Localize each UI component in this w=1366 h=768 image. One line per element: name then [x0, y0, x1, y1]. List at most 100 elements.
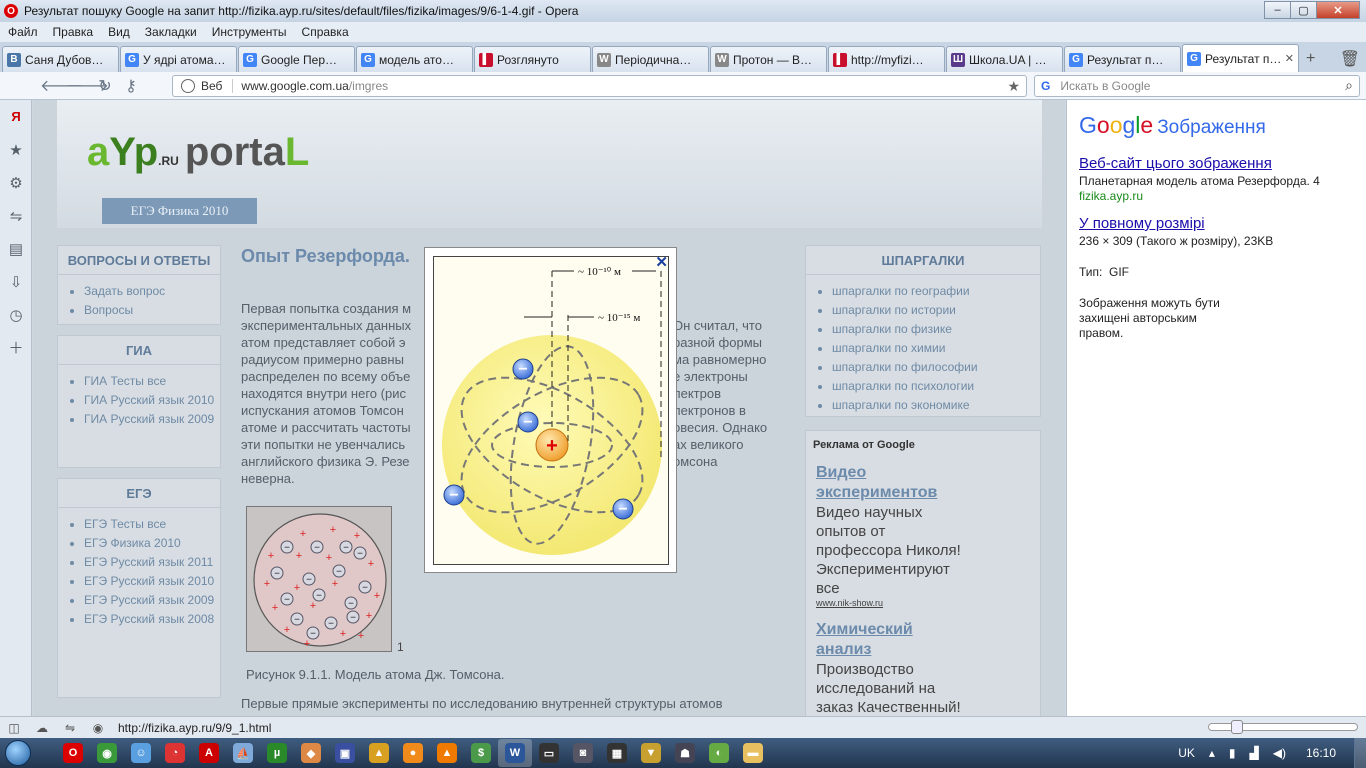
key-icon[interactable]: ⚷: [118, 76, 144, 96]
url-field[interactable]: Веб www.google.com.ua/imgres ★: [172, 75, 1027, 97]
browser-tab[interactable]: W Протон — В…: [710, 46, 827, 72]
sidebar-link[interactable]: Задать вопрос: [84, 283, 220, 299]
reload-icon[interactable]: ↻: [92, 76, 118, 96]
cat-icon[interactable]: ☗: [668, 739, 702, 767]
history-clock-icon[interactable]: ◷: [0, 298, 32, 331]
menu-help[interactable]: Справка: [302, 25, 349, 39]
money-icon[interactable]: $: [464, 739, 498, 767]
save-icon[interactable]: ▣: [328, 739, 362, 767]
utorrent-icon[interactable]: µ: [260, 739, 294, 767]
sidebar-link[interactable]: ЕГЭ Тесты все: [84, 516, 220, 532]
vlc-icon[interactable]: ▲: [430, 739, 464, 767]
bookmark-star-icon[interactable]: ★: [1007, 78, 1020, 95]
folder-icon[interactable]: ▬: [736, 739, 770, 767]
full-size-link[interactable]: У повному розмірі: [1079, 215, 1354, 232]
ship-icon[interactable]: ⛵: [226, 739, 260, 767]
sidebar-link[interactable]: ЕГЭ Физика 2010: [84, 535, 220, 551]
network-icon[interactable]: ▟: [1250, 746, 1259, 760]
media-icon[interactable]: ◔: [158, 739, 192, 767]
new-tab-icon[interactable]: +: [1300, 46, 1321, 72]
minimize-button[interactable]: –: [1264, 1, 1291, 19]
turbo-icon[interactable]: ⇋: [56, 721, 84, 735]
browser-tab[interactable]: Gмодель ато…: [356, 46, 473, 72]
search-mode[interactable]: Веб: [201, 79, 234, 93]
settings-gear-icon[interactable]: ⚙: [0, 166, 32, 199]
word-icon[interactable]: W: [498, 739, 532, 767]
cheatsheet-link[interactable]: шпаргалки по психологии: [832, 378, 1040, 394]
show-desktop-button[interactable]: [1354, 738, 1366, 768]
browser-tab[interactable]: ▌ http://myfizi…: [828, 46, 945, 72]
ad-title[interactable]: Химический: [806, 620, 1040, 640]
panel-toggle-icon[interactable]: ◫: [0, 721, 28, 735]
ad-title[interactable]: Видео: [806, 463, 1040, 483]
tab-close-icon[interactable]: ✕: [1285, 52, 1294, 65]
ege-physics-tab[interactable]: ЕГЭ Физика 2010: [102, 198, 257, 224]
browser-tab[interactable]: G Результат п…: [1064, 46, 1181, 72]
sidebar-link[interactable]: Вопросы: [84, 302, 220, 318]
browser-tab[interactable]: W Періодична…: [592, 46, 709, 72]
start-button[interactable]: [0, 738, 36, 768]
nvidia-icon[interactable]: ▦: [600, 739, 634, 767]
tank-icon[interactable]: ◙: [566, 739, 600, 767]
battery-icon[interactable]: ▮: [1229, 746, 1236, 760]
forward-icon[interactable]: 🡒: [66, 75, 109, 96]
cheatsheet-link[interactable]: шпаргалки по экономике: [832, 397, 1040, 413]
ad-title[interactable]: экспериментов: [806, 483, 1040, 503]
cloud-icon[interactable]: ☁: [28, 721, 56, 735]
vector-icon[interactable]: ▼: [634, 739, 668, 767]
back-icon[interactable]: 🡐: [40, 75, 83, 96]
bookmarks-star-icon[interactable]: ★: [0, 133, 32, 166]
cheatsheet-link[interactable]: шпаргалки по химии: [832, 340, 1040, 356]
cheatsheet-link[interactable]: шпаргалки по истории: [832, 302, 1040, 318]
orange-icon[interactable]: ●: [396, 739, 430, 767]
sidebar-link[interactable]: ГИА Русский язык 2010: [84, 392, 220, 408]
sidebar-link[interactable]: ЕГЭ Русский язык 2010: [84, 573, 220, 589]
google-search-icon[interactable]: G: [1041, 79, 1050, 93]
yandex-icon[interactable]: Я: [0, 100, 32, 133]
notes-icon[interactable]: ▤: [0, 232, 32, 265]
game-icon[interactable]: ◆: [294, 739, 328, 767]
finder-icon[interactable]: ☺: [124, 739, 158, 767]
pdf-icon[interactable]: A: [192, 739, 226, 767]
site-logo[interactable]: aYp.RU portaL: [87, 130, 309, 175]
menu-edit[interactable]: Правка: [53, 25, 94, 39]
browser-tab[interactable]: Ш Школа.UA | …: [946, 46, 1063, 72]
volume-icon[interactable]: ◀): [1273, 746, 1286, 760]
zoom-slider-knob[interactable]: [1231, 720, 1243, 734]
website-link[interactable]: Веб-сайт цього зображення: [1079, 155, 1354, 172]
zoom-slider[interactable]: [1208, 720, 1358, 734]
browser-tab[interactable]: G Результат п… ✕: [1182, 44, 1299, 72]
search-field[interactable]: G Искать в Google ⌕: [1034, 75, 1360, 97]
sidebar-link[interactable]: ГИА Русский язык 2009: [84, 411, 220, 427]
opera-icon[interactable]: O: [56, 739, 90, 767]
browser-tab[interactable]: ▌ Розглянуто: [474, 46, 591, 72]
preview-close-button[interactable]: ✕: [655, 253, 668, 271]
chrome-icon[interactable]: ◉: [90, 739, 124, 767]
warning-icon[interactable]: ▲: [362, 739, 396, 767]
sound-app-icon[interactable]: ◐: [702, 739, 736, 767]
ad-title[interactable]: анализ: [806, 640, 1040, 660]
unite-icon[interactable]: ◉: [84, 721, 112, 735]
sidebar-link[interactable]: ЕГЭ Русский язык 2011: [84, 554, 220, 570]
sidebar-link[interactable]: ЕГЭ Русский язык 2009: [84, 592, 220, 608]
browser-tab[interactable]: G Google Пер…: [238, 46, 355, 72]
menu-tools[interactable]: Инструменты: [212, 25, 287, 39]
google-images-logo[interactable]: Google Зображення: [1079, 112, 1354, 139]
sidebar-link[interactable]: ГИА Тесты все: [84, 373, 220, 389]
menu-file[interactable]: Файл: [8, 25, 38, 39]
tray-expand-icon[interactable]: ▴: [1209, 746, 1215, 760]
share-icon[interactable]: ⇋: [0, 199, 32, 232]
maximize-button[interactable]: ▢: [1290, 1, 1317, 19]
cheatsheet-link[interactable]: шпаргалки по географии: [832, 283, 1040, 299]
add-panel-icon[interactable]: ＋: [0, 331, 32, 364]
menu-bookmarks[interactable]: Закладки: [145, 25, 197, 39]
browser-tab[interactable]: G У ядрі атома…: [120, 46, 237, 72]
clock[interactable]: 16:10: [1306, 746, 1336, 760]
ad-url[interactable]: www.nik-show.ru: [806, 598, 1040, 608]
browser-tab[interactable]: В Саня Дубов…: [2, 46, 119, 72]
language-indicator[interactable]: UK: [1178, 746, 1195, 760]
cheatsheet-link[interactable]: шпаргалки по философии: [832, 359, 1040, 375]
menu-view[interactable]: Вид: [108, 25, 130, 39]
trash-icon[interactable]: 🗑: [1334, 46, 1366, 72]
cheatsheet-link[interactable]: шпаргалки по физике: [832, 321, 1040, 337]
